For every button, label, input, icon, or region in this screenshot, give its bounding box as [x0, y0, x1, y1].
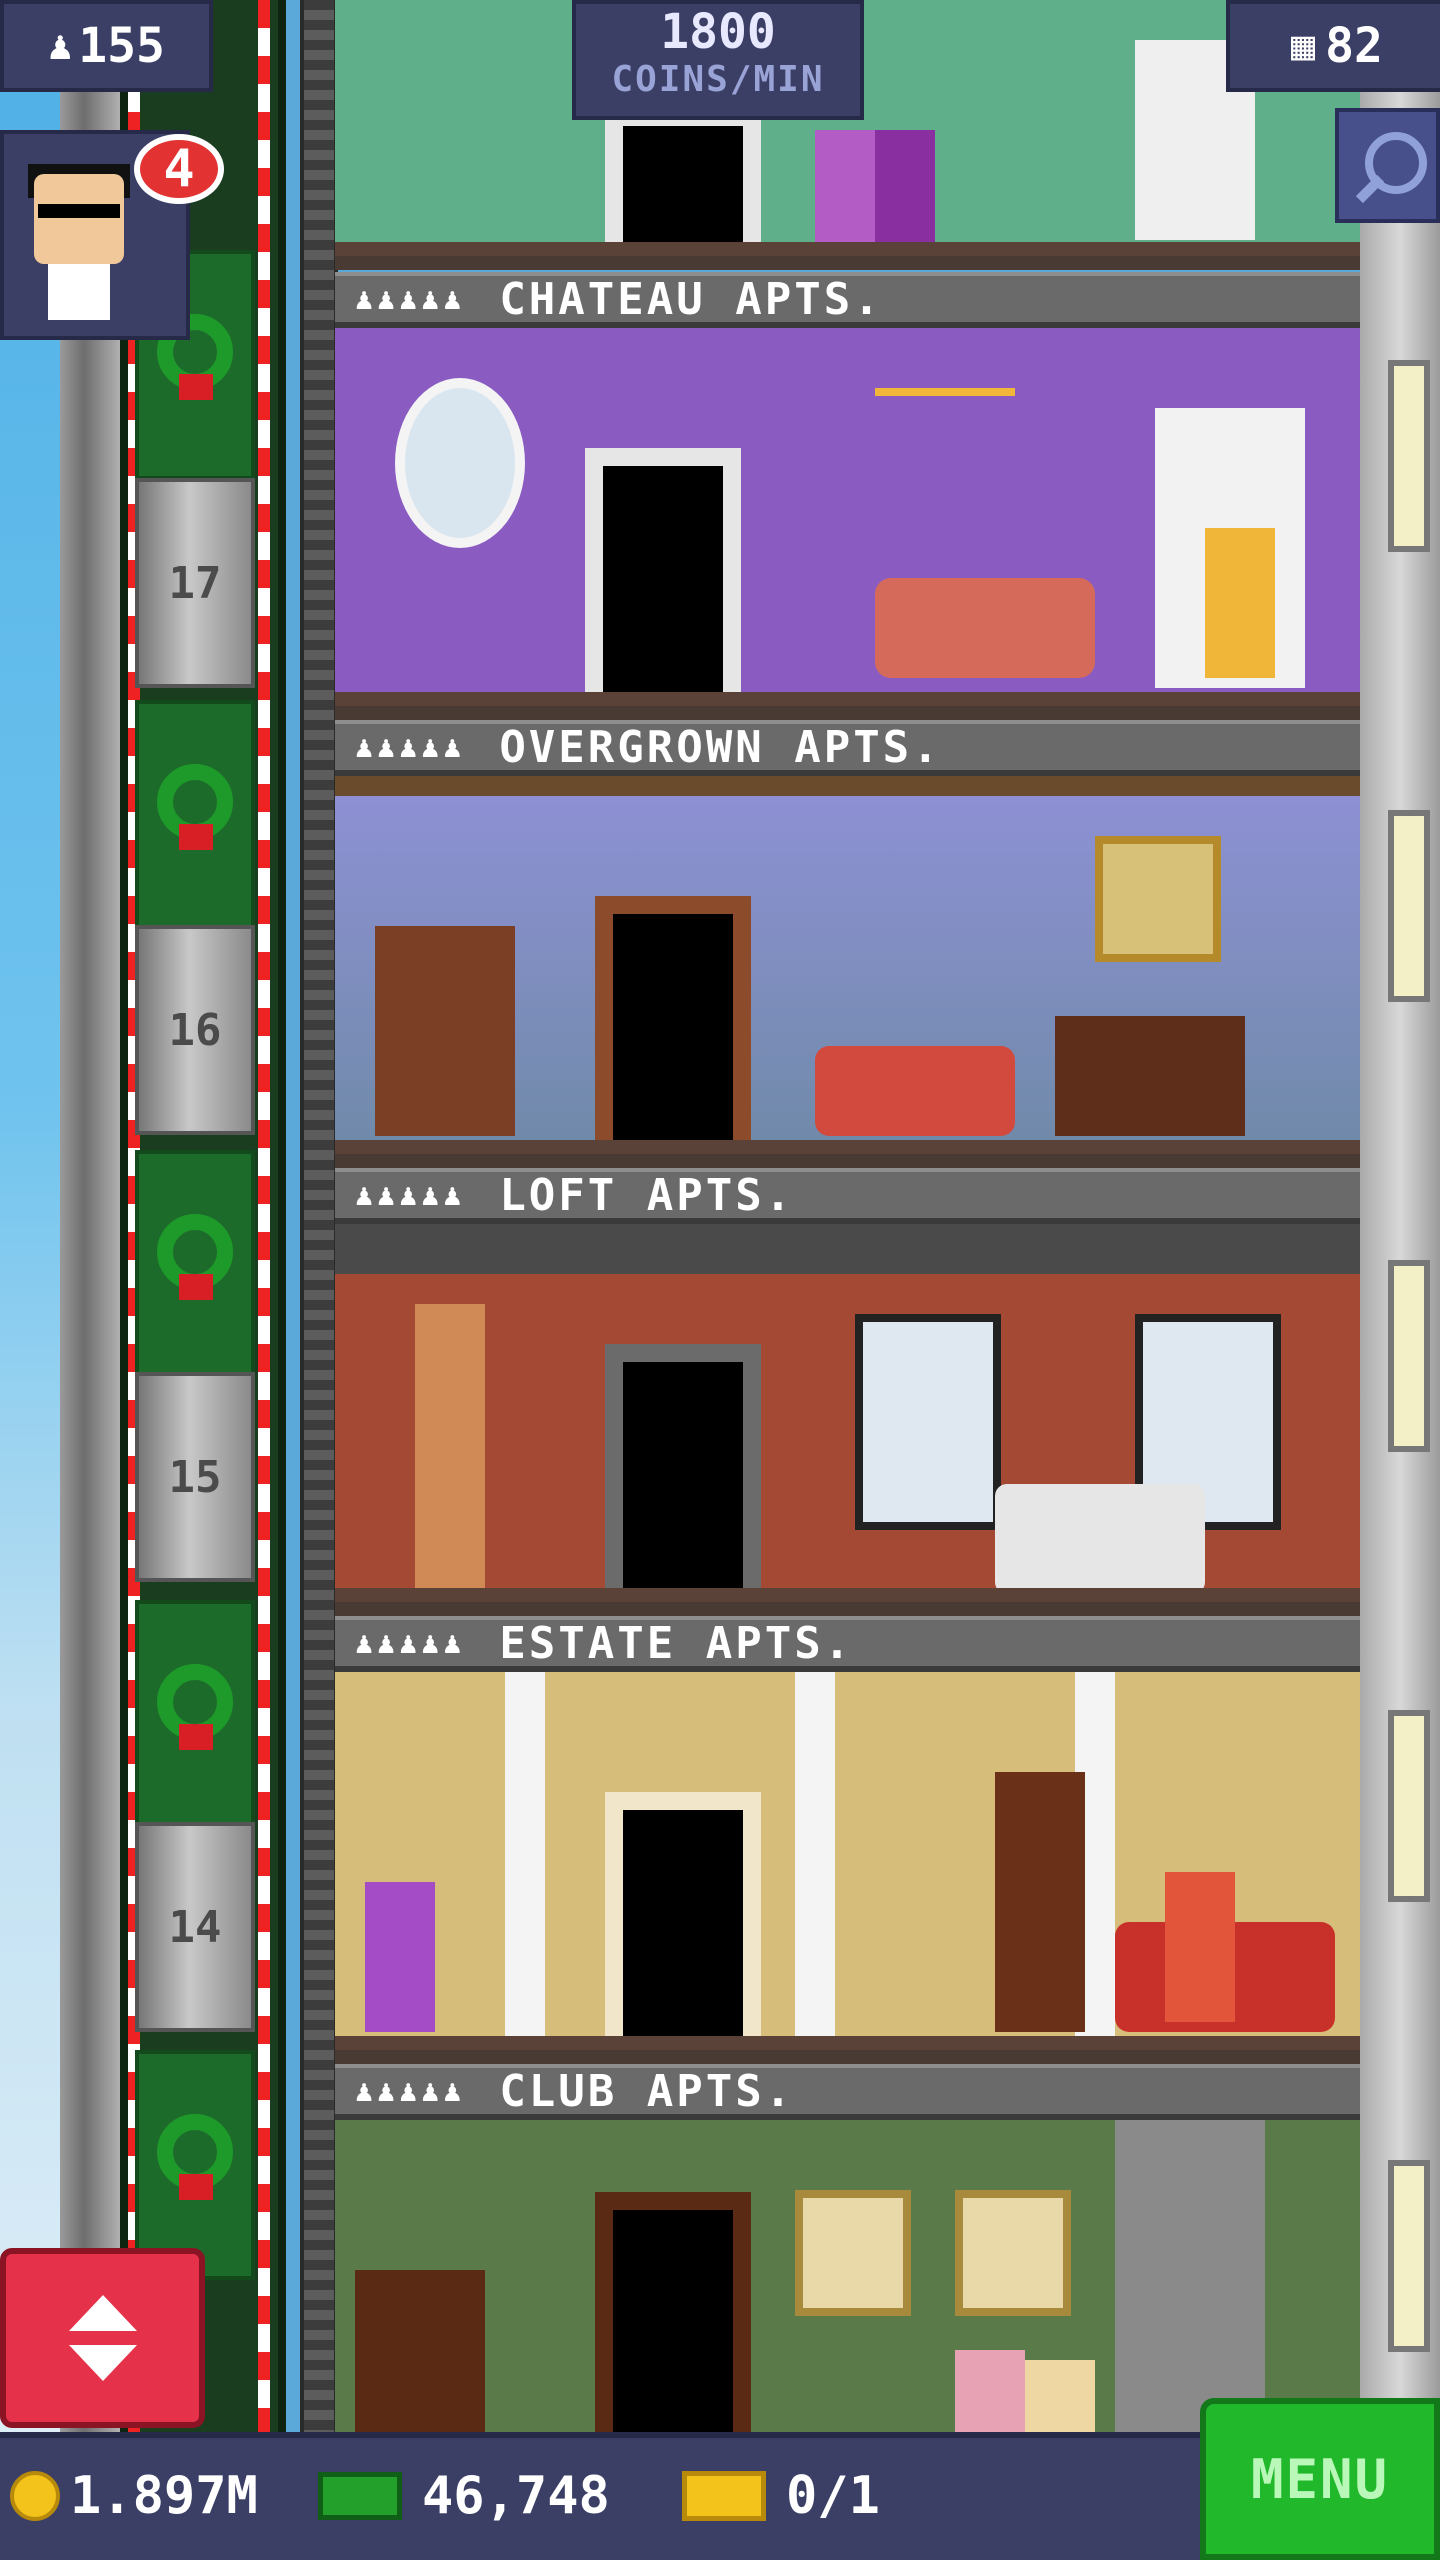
- star-rating: ♟♟♟♟♟: [355, 2073, 466, 2109]
- ceiling-beam: [335, 776, 1360, 796]
- bookshelf-decor: [375, 926, 515, 1136]
- floor-banner: ♟♟♟♟♟ CLUB APTS.: [335, 2064, 1360, 2120]
- elevator-rail-right: [258, 0, 270, 2450]
- elevator-stop-door[interactable]: [135, 1150, 255, 1380]
- room-door: [585, 448, 741, 706]
- pillar-decor: [795, 1672, 835, 2050]
- sofa-decor: [995, 1484, 1205, 1594]
- elevator-floor-16[interactable]: 16: [135, 925, 255, 1135]
- floor-name: CHATEAU APTS.: [499, 273, 883, 325]
- room-interior: [335, 328, 1360, 720]
- mirror-decor: [395, 378, 525, 548]
- coins-per-minute: 1800 COINS/MIN: [572, 0, 864, 120]
- floor-name: OVERGROWN APTS.: [499, 721, 942, 773]
- star-rating: ♟♟♟♟♟: [355, 1625, 466, 1661]
- star-rating: ♟♟♟♟♟: [355, 1177, 466, 1213]
- resident-sprite[interactable]: [815, 130, 875, 250]
- avatar-shirt: [48, 264, 110, 320]
- population-counter[interactable]: ♟ 155: [0, 0, 213, 92]
- side-window: [1388, 1260, 1430, 1452]
- floor-plank: [335, 1140, 1360, 1154]
- elevator-floor-15[interactable]: 15: [135, 1372, 255, 1582]
- tower-outer-wall: [60, 0, 120, 2450]
- column-decor: [415, 1304, 485, 1602]
- side-window: [1388, 360, 1430, 552]
- bow-icon: [179, 824, 213, 850]
- bookshelf-decor: [355, 2270, 485, 2450]
- sky-background: [0, 0, 60, 2450]
- room-interior: [335, 776, 1360, 1168]
- resident-sprite[interactable]: [1165, 1872, 1235, 2022]
- floor-plank: [335, 1588, 1360, 1602]
- floor-plank: [335, 2036, 1360, 2050]
- side-window: [1388, 1710, 1430, 1902]
- side-window: [1388, 2160, 1430, 2352]
- floor-banner: ♟♟♟♟♟ OVERGROWN APTS.: [335, 720, 1360, 776]
- room-door: [595, 2192, 751, 2450]
- side-window: [1388, 810, 1430, 1002]
- bux-balance[interactable]: 46,748: [318, 2466, 610, 2526]
- floors-counter[interactable]: ▦ 82: [1226, 0, 1440, 92]
- elevator-stop-door[interactable]: [135, 1600, 255, 1830]
- bow-icon: [179, 1724, 213, 1750]
- arrow-up-icon: [68, 2295, 137, 2331]
- bookshelf-decor: [995, 1772, 1085, 2032]
- window-decor: [855, 1314, 1001, 1530]
- resident-sprite[interactable]: [875, 130, 935, 250]
- bow-icon: [179, 1274, 213, 1300]
- floor-name: ESTATE APTS.: [499, 1617, 854, 1669]
- tower-bux-icon: [318, 2472, 402, 2520]
- tickets-counter[interactable]: 0/1: [682, 2466, 880, 2526]
- coins-balance[interactable]: 1.897M: [10, 2466, 258, 2526]
- resident-sprite[interactable]: [1205, 528, 1275, 678]
- floor-name: CLUB APTS.: [499, 2065, 795, 2117]
- population-icon: ♟: [48, 23, 73, 69]
- room-door: [605, 1344, 761, 1602]
- bow-icon: [179, 2174, 213, 2200]
- elevator-stop-door[interactable]: [135, 2050, 255, 2280]
- vip-visitor-button[interactable]: 4: [0, 130, 224, 340]
- room-door: [605, 1792, 761, 2050]
- room-interior: [335, 1672, 1360, 2064]
- room-interior: [335, 1224, 1360, 1616]
- elevator-cable: [300, 0, 338, 2450]
- arrow-down-icon: [68, 2345, 137, 2381]
- floor-plank: [335, 692, 1360, 706]
- notification-badge: 4: [134, 134, 224, 204]
- menu-button[interactable]: MENU: [1200, 2398, 1440, 2560]
- star-rating: ♟♟♟♟♟: [355, 729, 466, 765]
- fireplace-decor: [1055, 1016, 1245, 1136]
- ceiling-beam: [335, 1224, 1360, 1274]
- floor-banner: ♟♟♟♟♟ ESTATE APTS.: [335, 1616, 1360, 1672]
- bow-icon: [179, 374, 213, 400]
- chandelier-decor: [875, 338, 1015, 396]
- avatar-glasses: [38, 204, 120, 218]
- resident-sprite[interactable]: [365, 1882, 435, 2032]
- pillar-decor: [505, 1672, 545, 2050]
- elevator-floor-14[interactable]: 14: [135, 1822, 255, 2032]
- painting-decor: [1095, 836, 1221, 962]
- elevator-stop-door[interactable]: [135, 700, 255, 930]
- sofa-decor: [815, 1046, 1015, 1136]
- floor-banner: ♟♟♟♟♟ CHATEAU APTS.: [335, 272, 1360, 328]
- elevator-control-button[interactable]: [0, 2248, 205, 2428]
- coin-icon: [10, 2471, 60, 2521]
- star-rating: ♟♟♟♟♟: [355, 281, 466, 317]
- elevator-floor-17[interactable]: 17: [135, 478, 255, 688]
- room-door: [605, 108, 761, 256]
- room-door: [595, 896, 751, 1154]
- sofa-decor: [875, 578, 1095, 678]
- portrait-decor: [795, 2190, 911, 2316]
- building-icon: ▦: [1291, 23, 1316, 69]
- floor-name: LOFT APTS.: [499, 1169, 795, 1221]
- floor-plank: [335, 242, 1360, 256]
- portrait-decor: [955, 2190, 1071, 2316]
- avatar: [34, 174, 124, 264]
- ticket-icon: [682, 2471, 766, 2521]
- floor-banner: ♟♟♟♟♟ LOFT APTS.: [335, 1168, 1360, 1224]
- search-button[interactable]: [1335, 108, 1440, 223]
